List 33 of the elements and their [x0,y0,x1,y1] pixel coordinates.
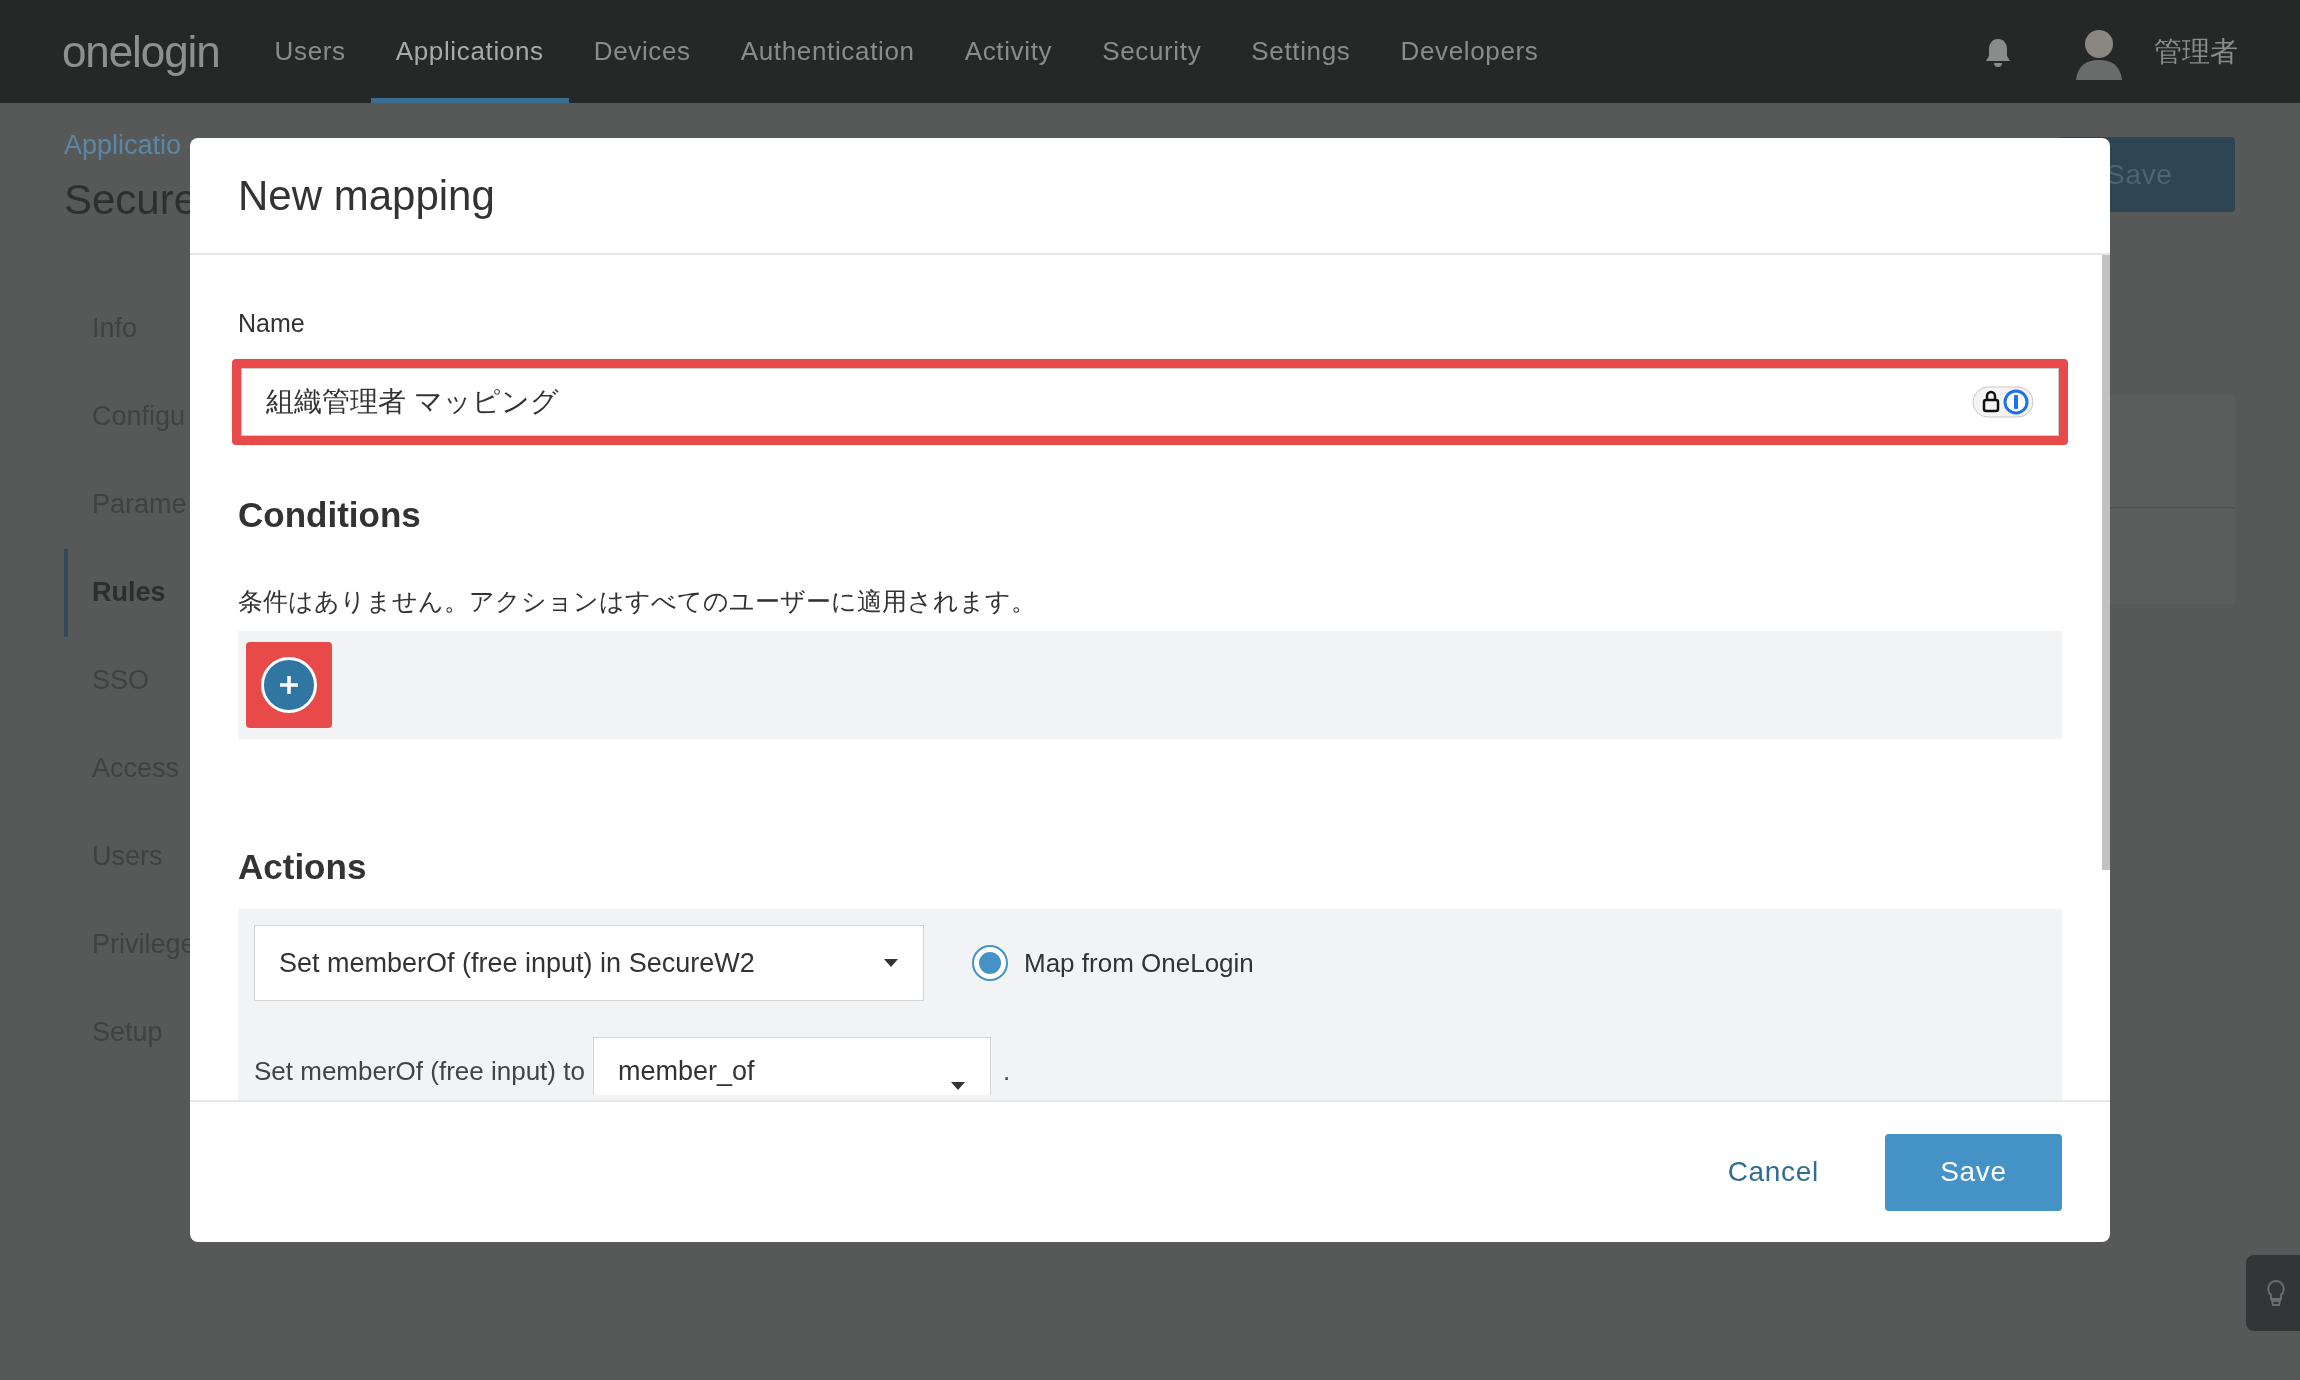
period-text: . [1001,1055,1011,1088]
cancel-button[interactable]: Cancel [1727,1151,1819,1193]
lightbulb-icon [2267,1280,2285,1306]
caret-icon [949,1081,966,1091]
nav-tab[interactable]: Developers [1375,0,1564,103]
value-label: Set memberOf (free input) to [254,1055,585,1088]
bell-icon[interactable] [1984,36,2012,67]
plus-icon [278,673,300,696]
nav-tab[interactable]: Authentication [715,0,940,103]
radio-button[interactable] [972,945,1008,981]
add-condition-button[interactable] [261,656,317,713]
empty-conditions-text: 条件はありません。アクションはすべてのユーザーに適用されます。 [238,586,1037,617]
name-input[interactable]: 組織管理者 マッピング [241,367,2059,436]
section-heading: Conditions [238,493,422,536]
save-button[interactable]: Save [1885,1133,2062,1211]
modal-title: New mapping [238,171,495,221]
field-label: Name [238,308,306,339]
value-select[interactable]: member_of [592,1037,991,1095]
nav-tab[interactable]: Security [1077,0,1227,103]
nav-tab[interactable]: Applications [370,0,569,103]
logo[interactable]: onelogin [62,18,220,85]
user-name[interactable]: 管理者 [2154,30,2238,73]
nav-tab[interactable]: Activity [939,0,1078,103]
caret-icon [883,958,899,968]
lock-badge-icon[interactable] [1972,385,2034,418]
nav-tab[interactable]: Users [249,0,371,103]
section-heading: Actions [238,845,368,888]
nav-tab[interactable]: Settings [1226,0,1376,103]
scrollbar[interactable] [2102,255,2110,870]
radio-option[interactable]: Map from OneLogin [972,943,1254,983]
action-select[interactable]: Set memberOf (free input) in SecureW2 [254,925,924,1001]
nav-tab[interactable]: Devices [568,0,716,103]
hint-button[interactable] [2246,1255,2300,1331]
